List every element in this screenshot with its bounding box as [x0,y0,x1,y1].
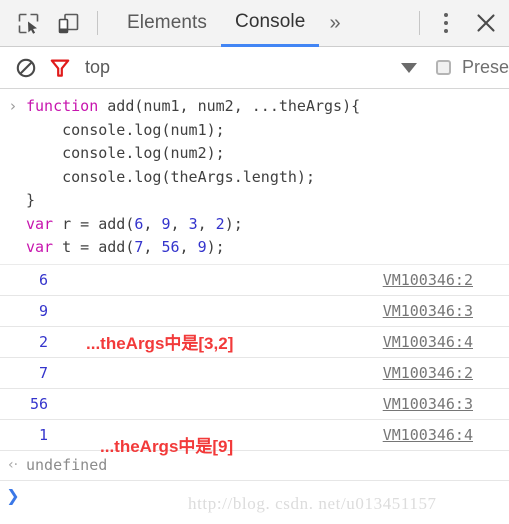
code-line: var t = add(7, 56, 9); [26,236,360,260]
code-line: } [26,189,360,213]
log-source-link[interactable]: VM100346:4 [383,426,473,444]
log-source-link[interactable]: VM100346:3 [383,302,473,320]
console-log-row: 56 VM100346:3 [0,389,509,420]
watermark-text: http://blog. csdn. net/u013451157 [188,494,437,513]
preserve-log-label: Prese [461,57,509,77]
tabbar-divider-left [97,11,98,35]
code-token: , [197,214,216,233]
log-source-link[interactable]: VM100346:2 [383,364,473,382]
console-log-row: 1 ...theArgs中是[9] VM100346:4 [0,420,509,456]
log-value: 9 [38,301,48,320]
filter-bar-right-group: Prese [400,57,509,78]
chevron-down-icon[interactable] [400,62,417,73]
console-result-row: ‹· undefined [0,451,509,481]
console-input-entry[interactable]: › function add(num1, num2, ...theArgs){ … [0,89,509,265]
tabbar-divider-right [419,11,420,35]
code-token: , [143,214,162,233]
preserve-log-checkbox[interactable] [435,60,451,75]
result-arrow-icon: ‹· [7,457,19,473]
tab-elements[interactable]: Elements [113,0,221,47]
code-line: console.log(num1); [26,119,360,143]
code-token: add(num1, num2, ...theArgs){ [107,97,361,115]
code-token: ); [206,238,225,256]
close-icon[interactable] [463,3,509,43]
tabbar-right-group [410,0,509,47]
clear-console-icon[interactable] [9,51,43,85]
code-token: function [26,97,108,115]
code-token: r = add( [53,214,135,233]
log-value: 2 [38,332,48,351]
console-log-row: 7 VM100346:2 [0,358,509,389]
console-messages: › function add(num1, num2, ...theArgs){ … [0,89,509,511]
code-line: console.log(theArgs.length); [26,166,360,190]
code-token: var [26,214,54,233]
filter-funnel-icon[interactable] [43,51,77,85]
code-token: console.log(num1); [26,120,225,139]
code-token: 9 [197,238,207,256]
console-filter-bar: top Prese [0,47,509,89]
execution-context-selector[interactable]: top [85,57,110,78]
more-tabs-icon[interactable]: » [319,0,350,47]
code-token: 9 [161,214,171,233]
log-annotation: ...theArgs中是[9] [100,437,234,456]
code-token: , [170,214,189,233]
console-log-row: 6 VM100346:2 [0,265,509,296]
input-prompt-icon: › [10,97,16,115]
devtools-panel: Elements Console » top Prese › function … [0,0,509,524]
log-source-link[interactable]: VM100346:2 [383,271,473,289]
code-line: var r = add(6, 9, 3, 2); [26,213,360,237]
tab-console[interactable]: Console [221,0,320,47]
console-log-row: 2 ...theArgs中是[3,2] VM100346:4 [0,327,509,358]
log-value: 1 [38,425,48,444]
code-line: function add(num1, num2, ...theArgs){ [26,95,360,119]
code-token: console.log(num2); [26,144,225,162]
code-token: 3 [188,214,198,233]
log-annotation: ...theArgs中是[3,2] [86,334,234,353]
prompt-arrow-icon: ❯ [6,486,20,505]
panel-tabs: Elements Console » [113,0,351,47]
code-token: 56 [161,238,180,256]
log-source-link[interactable]: VM100346:4 [383,333,473,351]
code-token: , [143,238,162,256]
code-token: var [26,238,54,256]
code-token: console.log(theArgs.length); [26,167,315,186]
inspect-element-icon[interactable] [8,3,48,43]
console-log-row: 9 VM100346:3 [0,296,509,327]
log-value: 6 [38,270,48,289]
console-log-rows: 6 VM100346:2 9 VM100346:3 2 ...theArgs中是[3,2]… [0,265,509,456]
code-line: console.log(num2); [26,142,360,166]
log-value: 56 [29,394,48,413]
devtools-tabbar: Elements Console » [0,0,509,47]
console-input-code: function add(num1, num2, ...theArgs){ co… [26,95,360,260]
result-value: undefined [26,456,108,474]
more-options-icon[interactable] [429,3,463,43]
device-toolbar-icon[interactable] [48,3,88,43]
code-token: 2 [215,214,225,233]
code-token: , [179,238,198,256]
code-token: t = add( [53,238,135,256]
log-value: 7 [38,363,48,382]
code-token: ); [224,214,243,233]
code-token: } [26,191,36,209]
log-source-link[interactable]: VM100346:3 [383,395,473,413]
